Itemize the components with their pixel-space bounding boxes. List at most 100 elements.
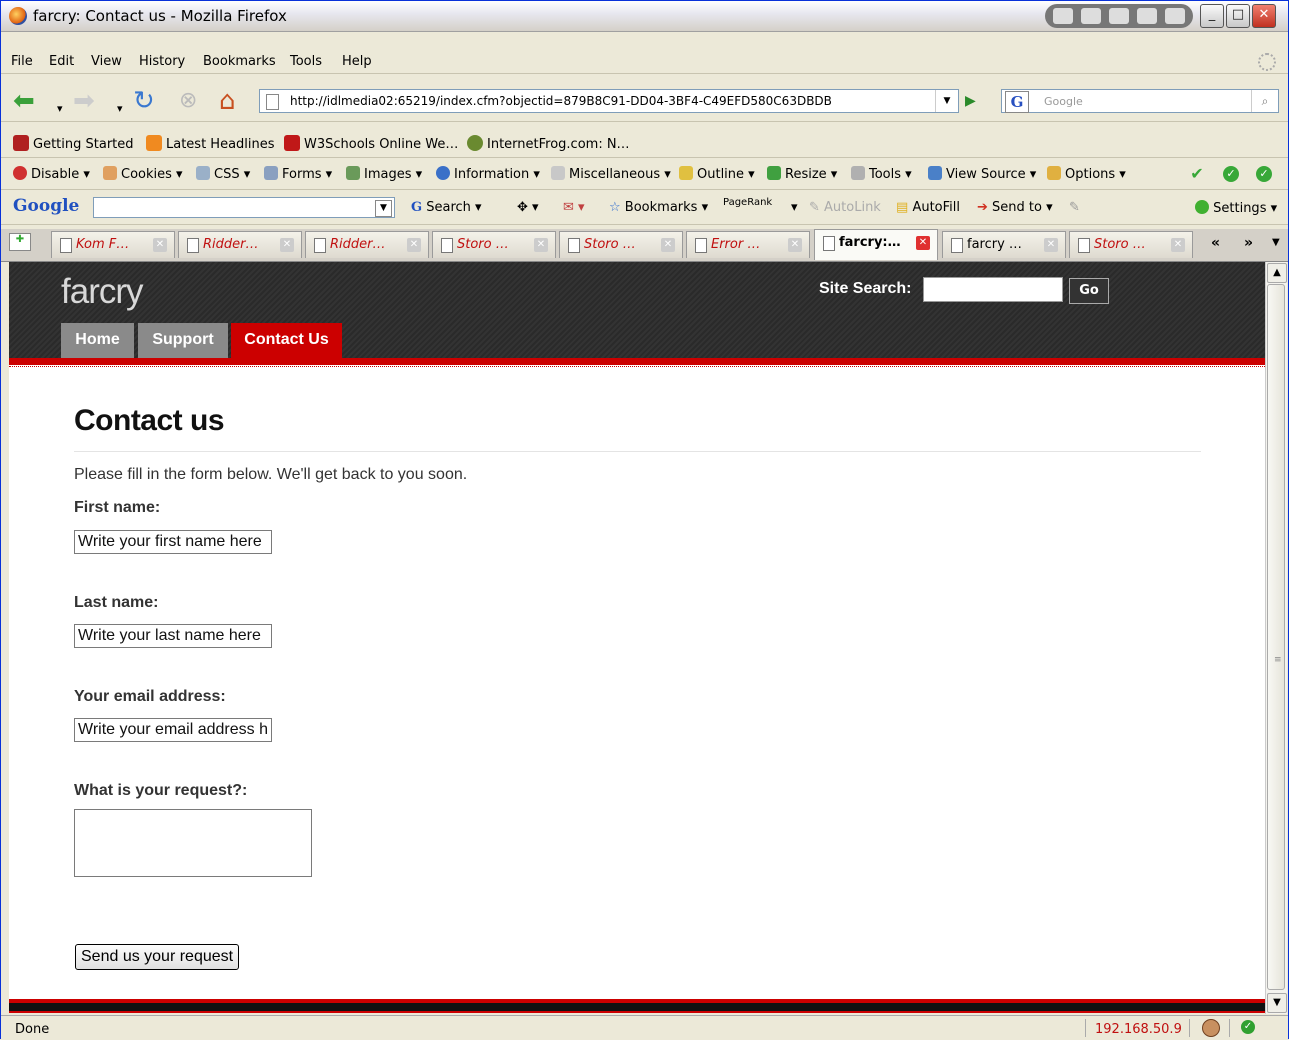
tab-active[interactable]: farcry:… ✕	[814, 229, 938, 260]
tab-list-icon[interactable]: ▼	[1272, 237, 1280, 248]
menu-tools[interactable]: Tools	[290, 54, 322, 69]
tab-close-icon[interactable]: ✕	[280, 238, 294, 252]
forward-dropdown-icon[interactable]: ▾	[117, 97, 123, 121]
checkmark-icon[interactable]: ✔	[1189, 166, 1205, 182]
send-to-button[interactable]: ➔ Send to ▾	[977, 200, 1053, 215]
site-search-input[interactable]	[923, 277, 1063, 302]
minimize-button[interactable]: _	[1200, 4, 1224, 28]
tab[interactable]: Ridder… ✕	[178, 231, 302, 258]
email-field[interactable]: Write your email address h	[74, 718, 272, 742]
wd-tools[interactable]: Tools ▾	[851, 166, 912, 182]
home-icon[interactable]: ⌂	[219, 88, 236, 114]
close-button[interactable]: ✕	[1252, 4, 1276, 28]
site-search-go-button[interactable]: Go	[1069, 278, 1109, 304]
scroll-down-icon[interactable]: ▼	[1267, 993, 1287, 1013]
menu-view[interactable]: View	[91, 54, 122, 69]
google-engine-icon[interactable]: G	[1005, 91, 1029, 113]
forward-icon[interactable]: ➡	[73, 88, 95, 114]
menu-help[interactable]: Help	[342, 54, 372, 69]
wd-resize[interactable]: Resize ▾	[767, 166, 837, 182]
reload-icon[interactable]: ↻	[133, 88, 155, 114]
back-icon[interactable]: ⬅	[13, 88, 35, 114]
google-dropdown-icon[interactable]: ▼	[375, 200, 392, 217]
back-dropdown-icon[interactable]: ▾	[57, 97, 63, 121]
wd-information[interactable]: Information ▾	[436, 166, 540, 182]
maximize-button[interactable]: □	[1226, 4, 1250, 28]
wd-images[interactable]: Images ▾	[346, 166, 422, 182]
scroll-tabs-right-icon[interactable]: »	[1244, 235, 1253, 251]
tab[interactable]: Storo … ✕	[559, 231, 683, 258]
tab-close-icon[interactable]: ✕	[1171, 238, 1185, 252]
go-icon[interactable]: ▶	[965, 93, 976, 109]
html-valid-icon[interactable]: ✓	[1256, 166, 1272, 182]
tab-close-icon[interactable]: ✕	[1044, 238, 1058, 252]
greasemonkey-icon[interactable]	[1202, 1019, 1220, 1037]
stop-icon[interactable]: ⊗	[179, 89, 197, 113]
scroll-tabs-left-icon[interactable]: «	[1211, 235, 1220, 251]
bookmark-getting-started[interactable]: Getting Started	[13, 135, 134, 152]
first-name-field[interactable]: Write your first name here	[74, 530, 272, 554]
tab-close-icon[interactable]: ✕	[661, 238, 675, 252]
bookmark-internetfrog[interactable]: InternetFrog.com: N…	[467, 135, 630, 152]
autofill-button[interactable]: ▤ AutoFill	[896, 200, 960, 215]
window-title: farcry: Contact us - Mozilla Firefox	[33, 7, 287, 25]
wd-outline[interactable]: Outline ▾	[679, 166, 755, 182]
wd-cookies[interactable]: Cookies ▾	[103, 166, 183, 182]
wd-options[interactable]: Options ▾	[1047, 166, 1126, 182]
request-textarea[interactable]	[74, 809, 312, 877]
tab-close-icon[interactable]: ✕	[788, 238, 802, 252]
wd-view-source[interactable]: View Source ▾	[928, 166, 1036, 182]
intro-text: Please fill in the form below. We'll get…	[74, 466, 468, 483]
settings-button[interactable]: Settings ▾	[1195, 200, 1277, 216]
wd-miscellaneous[interactable]: Miscellaneous ▾	[551, 166, 671, 182]
tab-close-icon[interactable]: ✕	[153, 238, 167, 252]
url-dropdown-icon[interactable]: ▼	[935, 90, 958, 112]
menu-edit[interactable]: Edit	[49, 54, 74, 69]
validator-ok-icon[interactable]: ✓	[1241, 1020, 1255, 1034]
google-news-icon[interactable]: ✥ ▾	[517, 200, 539, 215]
highlighter-icon[interactable]: ✎	[1069, 200, 1080, 215]
wd-disable[interactable]: Disable ▾	[13, 166, 90, 182]
nav-contact-us[interactable]: Contact Us	[231, 323, 342, 358]
scrollbar-thumb[interactable]: ≡	[1267, 284, 1285, 990]
menu-bookmarks[interactable]: Bookmarks	[203, 54, 276, 69]
wd-forms[interactable]: Forms ▾	[264, 166, 332, 182]
menu-file[interactable]: File	[11, 54, 33, 69]
tab[interactable]: Storo … ✕	[432, 231, 556, 258]
nav-home[interactable]: Home	[61, 323, 134, 358]
gmail-icon[interactable]: ✉ ▾	[563, 200, 585, 215]
tab[interactable]: farcry … ✕	[942, 231, 1066, 258]
title-bar[interactable]: farcry: Contact us - Mozilla Firefox _ □…	[1, 1, 1288, 32]
google-search-button[interactable]: G Search ▾	[411, 200, 482, 215]
bookmark-latest-headlines[interactable]: Latest Headlines	[146, 135, 275, 152]
google-search-input[interactable]: ▼	[93, 197, 395, 218]
tab-close-icon[interactable]: ✕	[407, 238, 421, 252]
google-bookmarks-button[interactable]: ☆ Bookmarks ▾	[609, 200, 708, 215]
tab-close-icon[interactable]: ✕	[916, 236, 930, 250]
pagerank-dropdown-icon[interactable]: ▾	[791, 200, 798, 215]
vertical-scrollbar[interactable]: ▲ ≡ ▼	[1265, 262, 1287, 1014]
scroll-up-icon[interactable]: ▲	[1267, 263, 1287, 283]
tab[interactable]: Ridder… ✕	[305, 231, 429, 258]
tab[interactable]: Error … ✕	[686, 231, 810, 258]
new-tab-icon[interactable]: ✚	[9, 233, 31, 251]
search-icon[interactable]: ⌕	[1251, 90, 1278, 112]
submit-button[interactable]: Send us your request	[75, 944, 240, 970]
last-name-field[interactable]: Write your last name here	[74, 624, 272, 648]
tab[interactable]: Kom F… ✕	[51, 231, 175, 258]
autolink-button[interactable]: ✎ AutoLink	[809, 200, 881, 215]
bookmark-w3schools[interactable]: W3Schools Online We…	[284, 135, 458, 152]
outline-icon	[679, 166, 693, 180]
nav-support[interactable]: Support	[138, 323, 228, 358]
extension-toolbar[interactable]	[1045, 4, 1193, 28]
google-logo[interactable]: Google	[13, 196, 79, 216]
search-bar[interactable]: G Google ⌕	[1001, 89, 1279, 113]
throbber-icon	[1258, 53, 1276, 71]
menu-history[interactable]: History	[139, 54, 185, 69]
wd-css[interactable]: CSS ▾	[196, 166, 250, 182]
css-valid-icon[interactable]: ✓	[1223, 166, 1239, 182]
site-logo[interactable]: farcry	[61, 272, 143, 312]
tab[interactable]: Storo … ✕	[1069, 231, 1193, 258]
tab-close-icon[interactable]: ✕	[534, 238, 548, 252]
url-bar[interactable]: http://idlmedia02:65219/index.cfm?object…	[259, 89, 959, 113]
